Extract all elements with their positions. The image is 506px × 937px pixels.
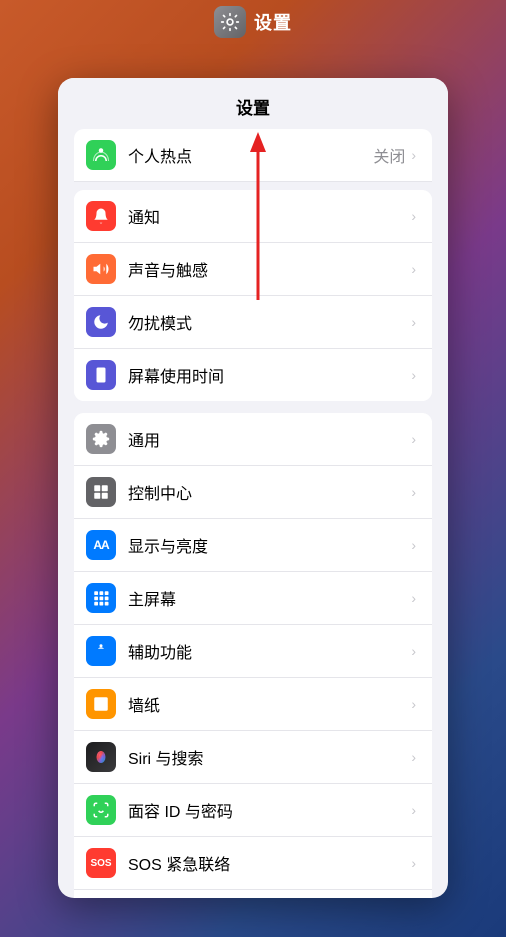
settings-card: 设置 个人热点 关闭 › [58,78,448,898]
wallpaper-label: 墙纸 [128,692,411,716]
homescreen-icon [86,583,116,613]
accessibility-row[interactable]: 辅助功能 › [74,625,432,678]
accessibility-chevron: › [411,643,416,659]
display-label: 显示与亮度 [128,533,411,557]
sound-row[interactable]: 声音与触感 › [74,243,432,296]
display-chevron: › [411,537,416,553]
app-title-top: 设置 [254,9,292,35]
wallpaper-row[interactable]: 墙纸 › [74,678,432,731]
homescreen-row[interactable]: 主屏幕 › [74,572,432,625]
homescreen-chevron: › [411,590,416,606]
sos-label: SOS 紧急联络 [128,851,411,875]
siri-icon [86,742,116,772]
app-header: 设置 [214,6,292,38]
dnd-label: 勿扰模式 [128,310,411,334]
general-label: 通用 [128,427,411,451]
faceid-row[interactable]: 面容 ID 与密码 › [74,784,432,837]
screentime-chevron: › [411,367,416,383]
notifications-icon [86,201,116,231]
controlcenter-chevron: › [411,484,416,500]
siri-label: Siri 与搜索 [128,745,411,769]
settings-app-icon [214,6,246,38]
sound-chevron: › [411,261,416,277]
dnd-row[interactable]: 勿扰模式 › [74,296,432,349]
hotspot-label: 个人热点 [128,143,373,167]
display-icon: AA [86,530,116,560]
wallpaper-icon [86,689,116,719]
siri-chevron: › [411,749,416,765]
wallpaper-chevron: › [411,696,416,712]
sound-icon [86,254,116,284]
hotspot-value: 关闭 [373,143,405,167]
status-bar: 设置 [0,0,506,44]
controlcenter-label: 控制中心 [128,480,411,504]
screentime-icon [86,360,116,390]
sound-label: 声音与触感 [128,257,411,281]
siri-row[interactable]: Siri 与搜索 › [74,731,432,784]
dnd-chevron: › [411,314,416,330]
faceid-icon [86,795,116,825]
exposure-row[interactable]: 暴露通知 › [74,890,432,898]
hotspot-row[interactable]: 个人热点 关闭 › [74,129,432,182]
general-chevron: › [411,431,416,447]
dnd-icon [86,307,116,337]
notifications-row[interactable]: 通知 › [74,190,432,243]
group-2: 通用 › 控制中心 › AA 显示与亮度 › [74,413,432,898]
sos-icon: SOS [86,848,116,878]
sos-chevron: › [411,855,416,871]
controlcenter-row[interactable]: 控制中心 › [74,466,432,519]
group-1: 通知 › 声音与触感 › 勿扰模式 › [74,190,432,401]
card-title: 设置 [58,78,448,129]
sos-row[interactable]: SOS SOS 紧急联络 › [74,837,432,890]
notifications-label: 通知 [128,204,411,228]
accessibility-label: 辅助功能 [128,639,411,663]
screentime-label: 屏幕使用时间 [128,363,411,387]
homescreen-label: 主屏幕 [128,586,411,610]
hotspot-icon [86,140,116,170]
faceid-label: 面容 ID 与密码 [128,798,411,822]
screentime-row[interactable]: 屏幕使用时间 › [74,349,432,401]
accessibility-icon [86,636,116,666]
controlcenter-icon [86,477,116,507]
faceid-chevron: › [411,802,416,818]
general-icon [86,424,116,454]
notifications-chevron: › [411,208,416,224]
hotspot-chevron: › [411,147,416,163]
display-row[interactable]: AA 显示与亮度 › [74,519,432,572]
general-row[interactable]: 通用 › [74,413,432,466]
